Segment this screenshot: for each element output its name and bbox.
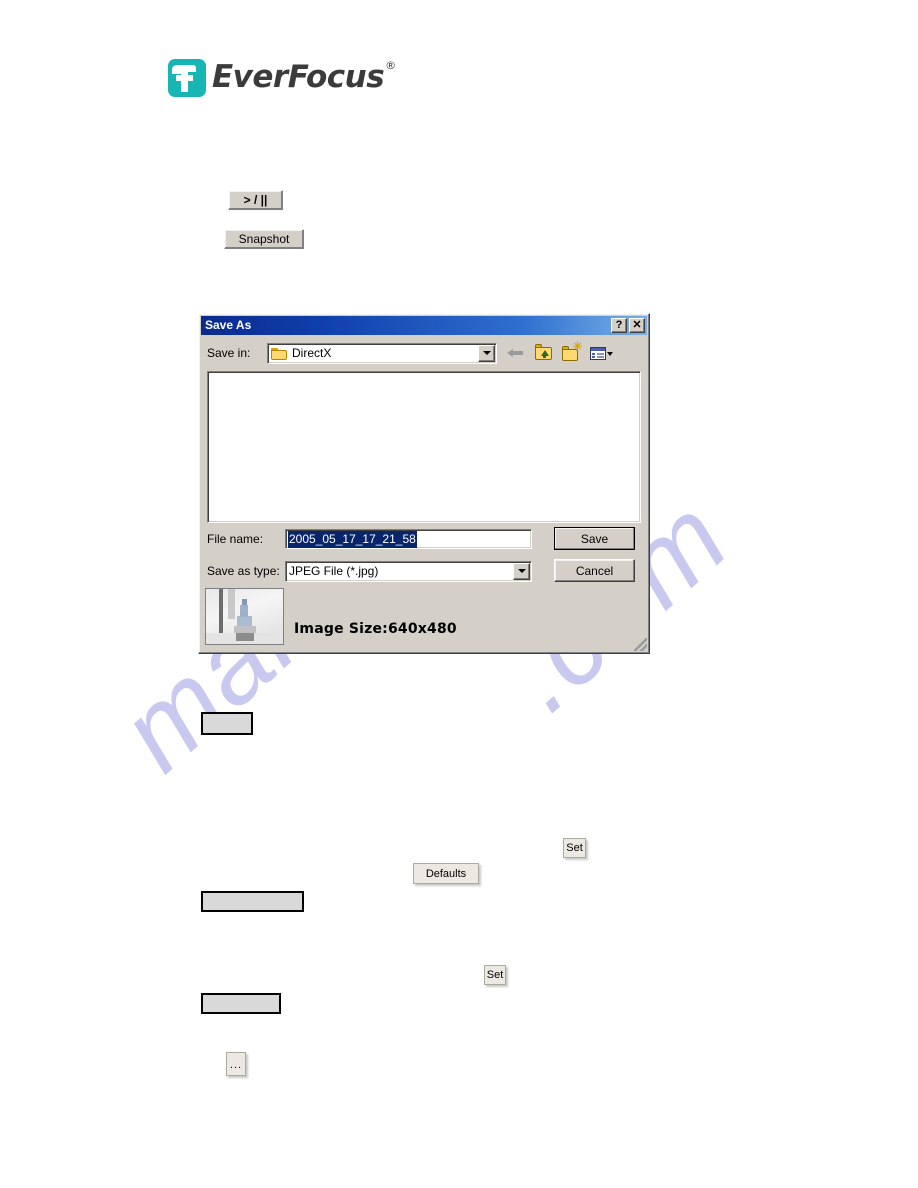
registered-trademark-symbol: ®: [385, 59, 397, 72]
views-icon[interactable]: [589, 343, 613, 363]
browse-ellipsis-button[interactable]: ...: [226, 1052, 246, 1076]
logo-notch: [172, 65, 181, 74]
help-icon[interactable]: ?: [611, 318, 627, 333]
brand-wordmark: EverFocus: [212, 59, 385, 95]
logo-crossbar: [176, 75, 193, 81]
save-as-dialog: Save As ? ✕ Save in: DirectX ✳ File name…: [198, 313, 650, 654]
everfocus-f-mark-icon: [168, 59, 206, 97]
dialog-title: Save As: [205, 318, 252, 332]
snapshot-button[interactable]: Snapshot: [224, 229, 304, 249]
file-list-box[interactable]: [207, 371, 641, 523]
close-icon[interactable]: ✕: [629, 318, 645, 333]
save-button[interactable]: Save: [554, 527, 635, 550]
resize-grip[interactable]: [634, 638, 647, 651]
snapshot-thumbnail: [205, 588, 284, 645]
set-button-1[interactable]: Set: [563, 838, 586, 858]
save-as-type-combobox[interactable]: JPEG File (*.jpg): [285, 560, 532, 582]
dialog-nav-toolbar: ✳: [505, 342, 613, 363]
new-folder-icon[interactable]: ✳: [561, 342, 583, 363]
file-name-value: 2005_05_17_17_21_58: [288, 530, 417, 548]
back-icon[interactable]: [505, 343, 527, 363]
everfocus-logo: EverFocus ®: [168, 56, 396, 98]
blank-button-3[interactable]: [201, 993, 281, 1014]
cancel-button[interactable]: Cancel: [554, 559, 635, 582]
dialog-titlebar: Save As ? ✕: [201, 316, 647, 335]
chevron-down-icon[interactable]: [478, 344, 495, 362]
file-name-input[interactable]: 2005_05_17_17_21_58: [285, 529, 532, 549]
defaults-button[interactable]: Defaults: [413, 863, 479, 884]
chevron-down-icon[interactable]: [513, 562, 530, 580]
set-button-2[interactable]: Set: [484, 965, 506, 985]
blank-button-1[interactable]: [201, 712, 253, 735]
image-size-label: Image Size:640x480: [294, 621, 457, 637]
save-in-label: Save in:: [207, 346, 251, 360]
save-in-combobox[interactable]: DirectX: [267, 342, 497, 364]
save-as-type-label: Save as type:: [207, 564, 280, 578]
file-name-label: File name:: [207, 532, 264, 546]
play-pause-button[interactable]: > / ||: [228, 190, 283, 210]
save-in-value: DirectX: [292, 345, 332, 360]
save-as-type-value: JPEG File (*.jpg): [289, 563, 379, 578]
blank-button-2[interactable]: [201, 891, 304, 912]
folder-icon: [271, 347, 287, 360]
save-in-row: Save in: DirectX ✳: [207, 341, 641, 365]
up-one-level-icon[interactable]: [533, 343, 555, 363]
